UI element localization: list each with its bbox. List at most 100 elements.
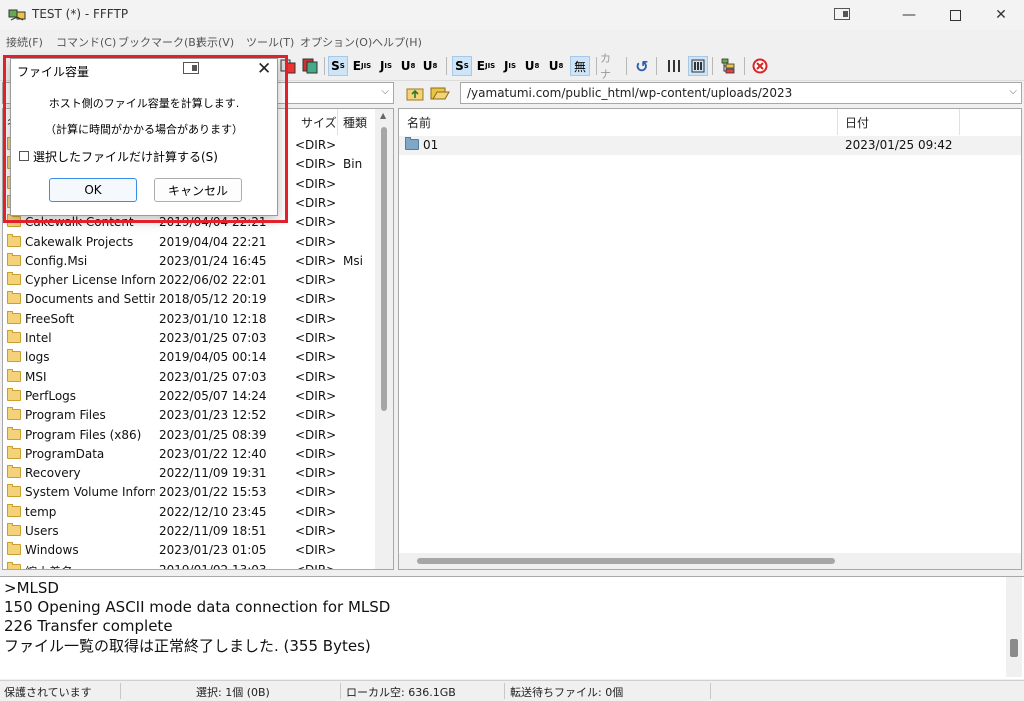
menu-view[interactable]: 表示(V) <box>196 34 234 50</box>
table-row[interactable]: Program Files (x86) 2023/01/25 08:39 <DIR> <box>3 426 393 445</box>
table-row[interactable]: PerfLogs 2022/05/07 14:24 <DIR> <box>3 387 393 406</box>
toolbar-utf8bom-button[interactable]: U8 <box>420 56 440 76</box>
log-line: ファイル一覧の取得は正常終了しました. (355 Bytes) <box>4 637 371 655</box>
table-row[interactable]: logs 2019/04/05 00:14 <DIR> <box>3 348 393 367</box>
local-col-type[interactable]: 種類 <box>343 109 367 135</box>
file-date: 2023/01/25 08:39 <box>159 427 267 442</box>
table-row[interactable]: Documents and Settin... 2018/05/12 20:19 <… <box>3 290 393 309</box>
remote-horizontal-scrollbar[interactable] <box>399 553 1021 569</box>
minimize-icon: — <box>902 7 916 23</box>
log-panel[interactable]: >MLSD 150 Opening ASCII mode data connec… <box>0 576 1024 679</box>
remote-hscroll-thumb[interactable] <box>417 558 835 564</box>
toolbar-utf8-button[interactable]: U8 <box>398 56 418 76</box>
file-name: System Volume Inform... <box>25 485 155 500</box>
table-row[interactable]: temp 2022/12/10 23:45 <DIR> <box>3 503 393 522</box>
file-name: Cakewalk Projects <box>25 234 134 249</box>
ffftp-app-icon <box>8 9 26 21</box>
table-row[interactable]: System Volume Inform... 2023/01/22 15:53 <… <box>3 483 393 502</box>
folder-icon <box>7 407 21 421</box>
toolbar-refresh-button[interactable]: ↺ <box>632 56 652 76</box>
table-row[interactable]: Cakewalk Projects 2019/04/04 22:21 <DIR> <box>3 233 393 252</box>
table-row[interactable]: 縮小着名 2019/01/02 13:03 <DIR> <box>3 561 393 569</box>
file-name: temp <box>25 504 57 519</box>
title-bar[interactable]: TEST (*) - FFFTP — ✕ <box>0 0 1024 30</box>
table-row[interactable]: Intel 2023/01/25 07:03 <DIR> <box>3 329 393 348</box>
folder-icon <box>7 561 21 569</box>
scroll-up-icon[interactable]: ▲ <box>380 111 386 120</box>
toolbar-euc-button[interactable]: E JIS <box>352 56 372 76</box>
file-date: 2023/01/10 12:18 <box>159 311 267 326</box>
chevron-down-icon[interactable]: ⌵ <box>1009 86 1017 97</box>
menu-command[interactable]: コマンド(C) <box>56 34 116 50</box>
file-size: <DIR> <box>295 466 335 481</box>
table-row[interactable]: 01 2023/01/25 09:42 <box>399 136 1021 155</box>
remote-col-name[interactable]: 名前 <box>407 109 431 135</box>
close-button[interactable]: ✕ <box>978 0 1024 30</box>
toolbar-jis-button[interactable]: J IS <box>376 56 396 76</box>
toolbar-sjis-button[interactable]: SS <box>328 56 348 76</box>
snap-layout-icon[interactable] <box>834 8 850 20</box>
menu-help[interactable]: ヘルプ(H) <box>372 34 422 50</box>
table-row[interactable]: Cypher License Inform... 2022/06/02 22:01… <box>3 271 393 290</box>
file-date: 2019/04/05 00:14 <box>159 350 267 365</box>
file-date: 2023/01/25 09:42 <box>845 138 953 152</box>
remote-up-folder-button[interactable] <box>406 84 424 102</box>
folder-icon <box>7 233 21 247</box>
table-row[interactable]: FreeSoft 2023/01/10 12:18 <DIR> <box>3 310 393 329</box>
toolbar-remote-sjis-button[interactable]: SS <box>452 56 472 76</box>
toolbar-detail-view-button[interactable] <box>688 56 708 76</box>
remote-path-input[interactable]: /yamatumi.com/public_html/wp-content/upl… <box>460 82 1022 104</box>
menu-options[interactable]: オプション(O) <box>300 34 372 50</box>
toolbar-stop-button[interactable] <box>750 56 770 76</box>
toolbar-remote-utf8bom-button[interactable]: U8 <box>546 56 566 76</box>
toolbar-remote-euc-button[interactable]: E JIS <box>476 56 496 76</box>
file-name: Program Files <box>25 408 106 423</box>
table-row[interactable]: MSI 2023/01/25 07:03 <DIR> <box>3 368 393 387</box>
file-size: <DIR> <box>295 543 335 558</box>
local-vertical-scrollbar[interactable]: ▲ <box>375 109 393 569</box>
folder-icon <box>7 310 21 324</box>
minimize-button[interactable]: — <box>886 0 932 30</box>
file-date: 2023/01/22 15:53 <box>159 485 267 500</box>
table-row[interactable]: Windows 2023/01/23 01:05 <DIR> <box>3 541 393 560</box>
folder-icon <box>7 445 21 459</box>
file-name: Cypher License Inform... <box>25 273 155 288</box>
file-size: <DIR> <box>295 195 335 210</box>
log-vertical-scrollbar[interactable] <box>1006 577 1022 677</box>
folder-icon <box>7 368 21 382</box>
toolbar-tree-button[interactable] <box>718 56 738 76</box>
chevron-down-icon[interactable]: ⌵ <box>381 86 389 97</box>
folder-icon <box>7 426 21 440</box>
log-scroll-thumb[interactable] <box>1010 639 1018 657</box>
table-row[interactable]: Recovery 2022/11/09 19:31 <DIR> <box>3 464 393 483</box>
file-size: <DIR> <box>295 427 335 442</box>
file-name: PerfLogs <box>25 388 77 403</box>
menu-bar: 接続(F) コマンド(C) ブックマーク(B) 表示(V) ツール(T) オプシ… <box>0 30 1024 52</box>
toolbar-remote-utf8-button[interactable]: U8 <box>522 56 542 76</box>
table-row[interactable]: ProgramData 2023/01/22 12:40 <DIR> <box>3 445 393 464</box>
close-icon: ✕ <box>995 7 1007 23</box>
menu-connect[interactable]: 接続(F) <box>6 34 43 50</box>
remote-file-list[interactable]: 名前 日付 01 2023/01/25 09:42 <box>398 108 1022 570</box>
menu-bookmark[interactable]: ブックマーク(B) <box>118 34 200 50</box>
table-row[interactable]: Program Files 2023/01/23 12:52 <DIR> <box>3 406 393 425</box>
toolbar-kana-button[interactable]: カナ <box>600 52 620 81</box>
highlight-box <box>3 55 288 223</box>
file-size: <DIR> <box>295 408 335 423</box>
table-row[interactable]: Config.Msi 2023/01/24 16:45 <DIR> Msi <box>3 252 393 271</box>
toolbar-compare-button[interactable] <box>300 56 320 76</box>
remote-open-folder-button[interactable] <box>430 84 450 102</box>
local-scroll-thumb[interactable] <box>381 127 387 411</box>
file-size: <DIR> <box>295 350 335 365</box>
remote-col-date[interactable]: 日付 <box>845 109 869 135</box>
file-name: MSI <box>25 369 47 384</box>
local-col-size[interactable]: サイズ <box>301 109 337 135</box>
toolbar-no-conversion-button[interactable]: 無 <box>570 56 590 76</box>
menu-tools[interactable]: ツール(T) <box>246 34 294 50</box>
file-size: <DIR> <box>295 253 335 268</box>
toolbar-remote-jis-button[interactable]: J IS <box>500 56 520 76</box>
file-name: Recovery <box>25 466 81 481</box>
maximize-button[interactable] <box>932 0 978 30</box>
table-row[interactable]: Users 2022/11/09 18:51 <DIR> <box>3 522 393 541</box>
toolbar-list-view-button[interactable] <box>664 56 684 76</box>
